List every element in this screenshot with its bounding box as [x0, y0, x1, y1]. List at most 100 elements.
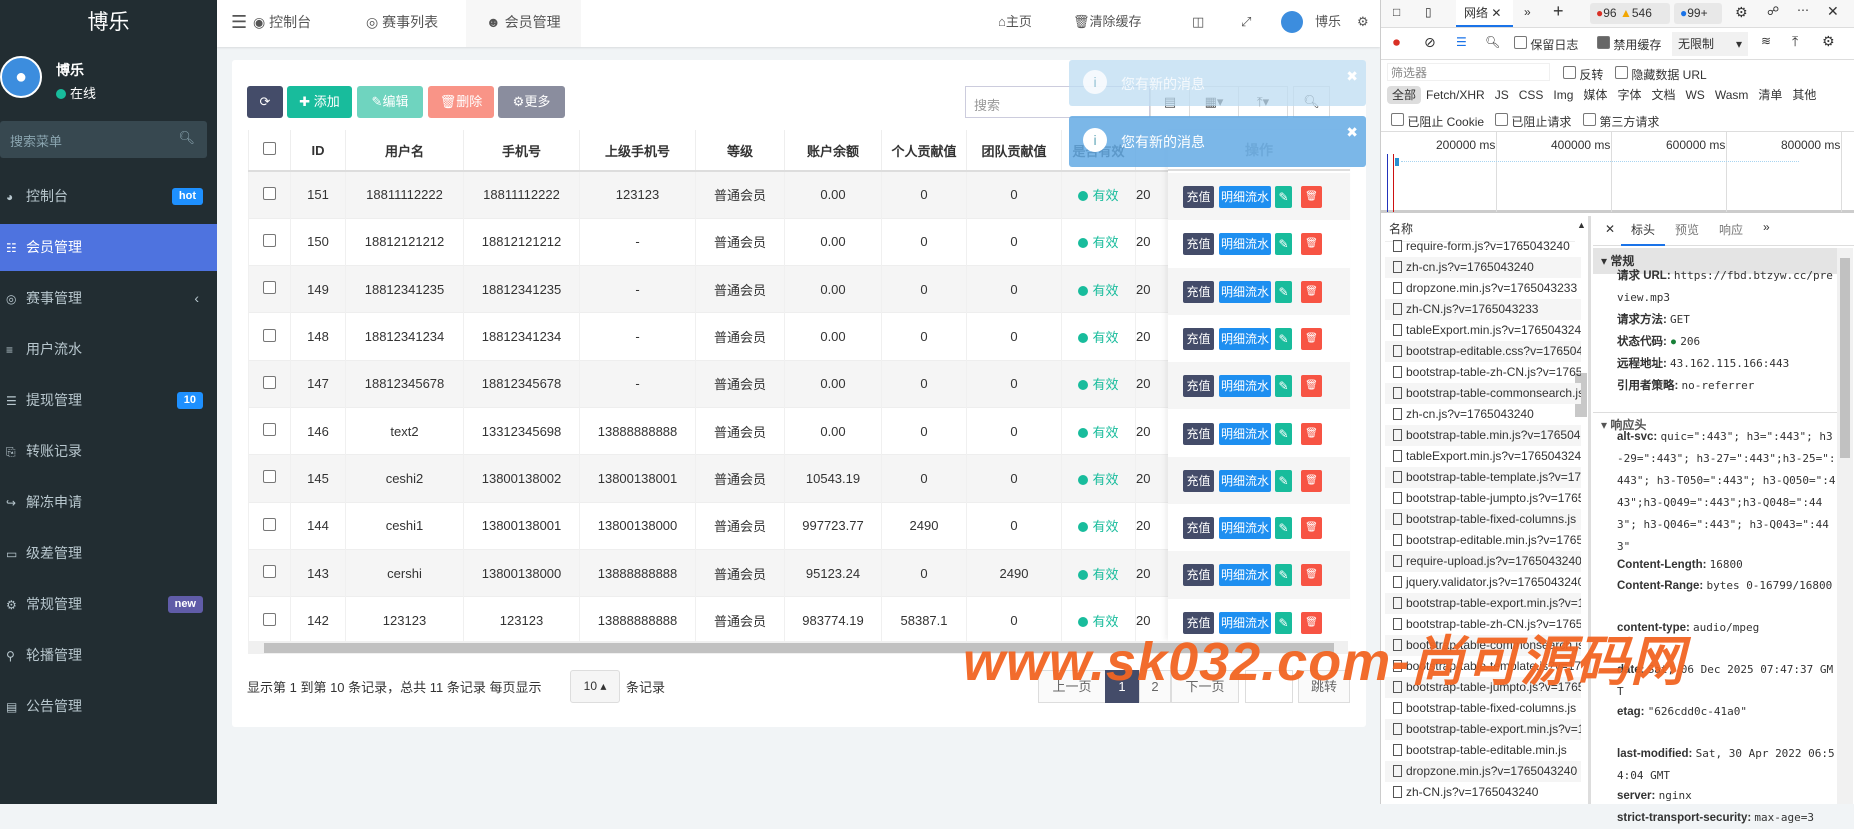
tab-events[interactable]: ◎ 赛事列表: [350, 0, 454, 47]
type-filter-10[interactable]: 清单: [1753, 86, 1787, 104]
delete-row-icon[interactable]: 🗑︎: [1301, 517, 1322, 540]
edit-row-icon[interactable]: ✎: [1275, 422, 1292, 445]
edit-button[interactable]: ✎编辑: [357, 86, 423, 118]
row-checkbox[interactable]: [263, 517, 276, 531]
sidebar-item[interactable]: ▤ 公告管理: [0, 683, 217, 730]
detail-flow-button[interactable]: 明细流水: [1219, 469, 1271, 492]
request-item[interactable]: dropzone.min.js?v=1765043240: [1385, 761, 1581, 782]
row-checkbox[interactable]: [263, 375, 276, 389]
detail-flow-button[interactable]: 明细流水: [1219, 422, 1271, 445]
type-filter-6[interactable]: 字体: [1612, 86, 1646, 104]
sidebar-item[interactable]: ↪ 解冻申请: [0, 479, 217, 526]
clear-cache-button[interactable]: 🗑︎清除缓存: [1073, 0, 1142, 47]
row-select[interactable]: [248, 454, 291, 503]
row-checkbox[interactable]: [263, 423, 276, 437]
notification-toast[interactable]: i 您有新的消息 ✖: [1069, 60, 1366, 106]
request-item[interactable]: bootstrap-table.min.js?v=1765043240: [1385, 425, 1581, 446]
feedback-icon[interactable]: ☍: [1767, 4, 1779, 18]
type-filter-1[interactable]: Fetch/XHR: [1421, 86, 1490, 104]
row-select[interactable]: [248, 548, 291, 597]
row-select[interactable]: [248, 501, 291, 550]
row-checkbox[interactable]: [263, 233, 276, 247]
edit-row-icon[interactable]: ✎: [1275, 186, 1292, 208]
messages-counter[interactable]: ●99+: [1674, 3, 1722, 24]
add-button[interactable]: ✚ 添加: [287, 86, 352, 118]
third-party-checkbox[interactable]: 第三方请求: [1583, 113, 1659, 130]
sort-up-icon[interactable]: ▲: [1577, 220, 1586, 230]
recharge-button[interactable]: 充值: [1183, 375, 1214, 398]
recharge-button[interactable]: 充值: [1183, 517, 1214, 540]
menu-search-input[interactable]: 搜索菜单 🔍︎: [0, 121, 207, 158]
request-item[interactable]: tableExport.min.js?v=1765043240: [1385, 320, 1581, 341]
type-filter-3[interactable]: CSS: [1514, 86, 1549, 104]
close-icon[interactable]: ✖: [1346, 124, 1358, 141]
more-tabs-icon[interactable]: »: [1763, 220, 1770, 234]
sidebar-item[interactable]: ☷ 会员管理: [0, 224, 217, 271]
edit-row-icon[interactable]: ✎: [1275, 280, 1292, 303]
type-filter-2[interactable]: JS: [1490, 86, 1514, 104]
disable-cache-checkbox[interactable]: 禁用缓存: [1597, 36, 1661, 53]
tab-dashboard[interactable]: ◉ 控制台: [237, 0, 327, 47]
sidebar-item[interactable]: ☰ 提现管理 10: [0, 377, 217, 424]
throttle-select[interactable]: 无限制 ▾: [1672, 32, 1748, 56]
user-menu[interactable]: 博乐: [1315, 0, 1341, 47]
row-checkbox[interactable]: [263, 328, 276, 342]
request-item[interactable]: bootstrap-table-export.min.js?v=17650432…: [1385, 719, 1581, 740]
request-item[interactable]: bootstrap-table-commonsearch.js: [1385, 383, 1581, 404]
detail-flow-button[interactable]: 明细流水: [1219, 517, 1271, 540]
row-select[interactable]: [248, 359, 291, 408]
request-item[interactable]: bootstrap-table-zh-CN.js?v=1765043240: [1385, 362, 1581, 383]
tab-members[interactable]: ☻ 会员管理: [466, 0, 581, 47]
type-filter-11[interactable]: 其他: [1787, 86, 1821, 104]
recharge-button[interactable]: 充值: [1183, 186, 1214, 208]
refresh-button[interactable]: ⟳: [247, 86, 283, 118]
upload-icon[interactable]: ⤒: [1792, 33, 1798, 50]
close-detail-icon[interactable]: ✕: [1605, 222, 1615, 236]
delete-row-icon[interactable]: 🗑︎: [1301, 422, 1322, 445]
detail-flow-button[interactable]: 明细流水: [1219, 327, 1271, 350]
tab-preview[interactable]: 预览: [1675, 216, 1699, 244]
fullscreen-icon[interactable]: ⤢: [1241, 0, 1251, 47]
inspect-icon[interactable]: □: [1393, 5, 1400, 19]
request-item[interactable]: bootstrap-table-export.min.js?v=17650432…: [1385, 593, 1581, 614]
type-filter-5[interactable]: 媒体: [1578, 86, 1612, 104]
add-tab-icon[interactable]: +: [1553, 1, 1564, 22]
request-item[interactable]: bootstrap-table-fixed-columns.js: [1385, 698, 1581, 719]
request-item[interactable]: zh-CN.js?v=1765043233: [1385, 299, 1581, 320]
delete-row-icon[interactable]: 🗑︎: [1301, 375, 1322, 398]
close-icon[interactable]: ✖: [1346, 68, 1358, 85]
request-item[interactable]: bootstrap-table-editable.min.js: [1385, 740, 1581, 761]
request-item[interactable]: zh-CN.js?v=1765043240: [1385, 782, 1581, 803]
settings-gears-icon[interactable]: ⚙: [1357, 0, 1369, 47]
sidebar-item[interactable]: ◕ 控制台 hot: [0, 173, 217, 220]
row-select[interactable]: [248, 265, 291, 313]
device-icon[interactable]: ▯: [1425, 5, 1432, 19]
edit-row-icon[interactable]: ✎: [1275, 327, 1292, 350]
row-select[interactable]: [248, 170, 291, 219]
row-checkbox[interactable]: [263, 565, 276, 579]
detail-flow-button[interactable]: 明细流水: [1219, 186, 1271, 208]
recharge-button[interactable]: 充值: [1183, 280, 1214, 303]
delete-button[interactable]: 🗑︎删除: [428, 86, 494, 118]
record-icon[interactable]: ⏺: [1393, 34, 1400, 51]
type-filter-7[interactable]: 文档: [1646, 86, 1680, 104]
edit-row-icon[interactable]: ✎: [1275, 375, 1292, 398]
row-select[interactable]: [248, 596, 291, 644]
blocked-cookie-checkbox[interactable]: 已阻止 Cookie: [1391, 113, 1484, 130]
request-item[interactable]: dropzone.min.js?v=1765043233: [1385, 278, 1581, 299]
select-all-header[interactable]: [248, 130, 291, 172]
notification-toast[interactable]: i 您有新的消息 ✖: [1069, 116, 1366, 167]
request-item[interactable]: require-upload.js?v=1765043240: [1385, 551, 1581, 572]
close-devtools-icon[interactable]: ✕: [1827, 3, 1839, 20]
delete-row-icon[interactable]: 🗑︎: [1301, 233, 1322, 256]
detail-scrollbar[interactable]: [1837, 248, 1853, 804]
network-conditions-icon[interactable]: ≋: [1761, 34, 1771, 48]
search-icon[interactable]: 🔍︎: [1485, 35, 1500, 49]
delete-row-icon[interactable]: 🗑︎: [1301, 280, 1322, 303]
filter-icon[interactable]: ☰: [1456, 35, 1467, 49]
settings-icon[interactable]: ⚙: [1735, 4, 1748, 21]
request-item[interactable]: bootstrap-table-jumpto.js?v=1765043240: [1385, 488, 1581, 509]
type-filter-4[interactable]: Img: [1548, 86, 1578, 104]
more-tabs-icon[interactable]: »: [1524, 5, 1531, 19]
edit-row-icon[interactable]: ✎: [1275, 517, 1292, 540]
